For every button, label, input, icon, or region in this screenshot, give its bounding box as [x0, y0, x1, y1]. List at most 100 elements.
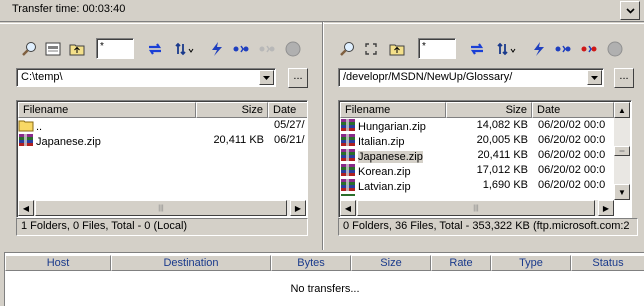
transfer-queue[interactable]: Host Destination Bytes Size Rate Type St… [4, 252, 644, 306]
connect-icon[interactable] [552, 38, 573, 59]
remote-path-text: /developr/MSDN/NewUp/Glossary/ [343, 71, 513, 83]
scroll-thumb[interactable]: ||| [357, 200, 595, 216]
file-date: 06/21/ [274, 134, 305, 146]
local-horizontal-scrollbar[interactable]: ◀ ||| ▶ [18, 200, 306, 216]
remote-list-header: Filename Size Date [340, 102, 614, 118]
remote-pane: * /developr/MSDN/NewUp/Glossary/ ... Fil… [332, 30, 638, 242]
column-filename[interactable]: Filename [18, 102, 196, 118]
list-item[interactable]: Latvian.zip 1,690 KB 06/20/02 00:0 [340, 179, 614, 194]
file-date: 06/20/02 00:0 [538, 149, 606, 161]
chevron-down-icon[interactable] [587, 70, 602, 85]
remote-vertical-scrollbar[interactable]: ▲ ═ ▼ [614, 102, 630, 200]
stop-icon [604, 38, 625, 59]
scroll-up-icon[interactable]: ▲ [614, 102, 630, 118]
scroll-left-icon[interactable]: ◀ [18, 200, 34, 216]
list-item[interactable]: Korean.zip 17,012 KB 06/20/02 00:0 [340, 164, 614, 179]
disconnect-icon[interactable] [578, 38, 599, 59]
list-item[interactable]: Italian.zip 20,005 KB 06/20/02 00:0 [340, 134, 614, 149]
file-size: 17,012 KB [476, 164, 528, 176]
pane-divider[interactable] [322, 22, 324, 250]
search-icon[interactable] [18, 38, 39, 59]
column-status[interactable]: Status [571, 255, 644, 271]
remote-path-combo[interactable]: /developr/MSDN/NewUp/Glossary/ [338, 68, 604, 87]
file-date: 06/20/02 00:0 [538, 179, 606, 191]
column-size[interactable]: Size [446, 102, 532, 118]
file-size: 20,411 KB [477, 149, 528, 161]
filename: .. [36, 120, 43, 133]
sort-icon[interactable] [172, 38, 198, 59]
filename: Hungarian.zip [358, 120, 426, 133]
column-destination[interactable]: Destination [111, 255, 271, 271]
column-filename[interactable]: Filename [340, 102, 446, 118]
view-toggle-icon[interactable] [42, 38, 63, 59]
column-host[interactable]: Host [5, 255, 111, 271]
file-size [196, 119, 268, 134]
zip-icon [18, 134, 34, 149]
connect-icon[interactable] [230, 38, 251, 59]
local-path-text: C:\temp\ [21, 71, 63, 83]
local-list-header: Filename Size Date [18, 102, 307, 118]
file-date: 06/20/02 00:0 [538, 164, 606, 176]
file-size: 20,005 KB [476, 134, 528, 146]
column-date[interactable]: Date [268, 102, 307, 118]
file-date: 06/20/02 00:0 [538, 134, 606, 146]
search-icon[interactable] [336, 38, 357, 59]
remote-status-bar: 0 Folders, 36 Files, Total - 353,322 KB … [338, 218, 638, 236]
queue-header: Host Destination Bytes Size Rate Type St… [5, 255, 644, 271]
column-rate[interactable]: Rate [431, 255, 491, 271]
filename: Japanese.zip [358, 150, 423, 163]
filename: Italian.zip [358, 135, 405, 148]
file-size: 20,411 KB [213, 134, 264, 146]
scroll-thumb[interactable]: ═ [614, 146, 630, 156]
lightning-icon[interactable] [528, 38, 549, 59]
sort-icon[interactable] [494, 38, 520, 59]
folder-icon [18, 119, 34, 134]
column-size[interactable]: Size [196, 102, 268, 118]
transfer-time-bar: Transfer time: 00:03:40 [0, 0, 644, 22]
stop-icon [282, 38, 303, 59]
column-size[interactable]: Size [351, 255, 431, 271]
transfer-time-label: Transfer time: 00:03:40 [12, 3, 126, 15]
column-date[interactable]: Date [532, 102, 614, 118]
parent-folder-icon[interactable] [66, 38, 87, 59]
list-item[interactable]: .. 05/27/ [18, 119, 307, 134]
scroll-right-icon[interactable]: ▶ [290, 200, 306, 216]
zip-icon [340, 164, 356, 179]
queue-empty-message: No transfers... [290, 283, 360, 295]
filename: Korean.zip [358, 165, 411, 178]
list-item[interactable]: Japanese.zip 20,411 KB 06/20/02 00:0 [340, 149, 614, 164]
file-size: 14,082 KB [476, 119, 528, 131]
scroll-right-icon[interactable]: ▶ [598, 200, 614, 216]
refresh-icon[interactable] [466, 38, 487, 59]
parent-folder-icon[interactable] [386, 38, 407, 59]
file-mask-input[interactable]: * [96, 38, 134, 59]
expand-icon[interactable] [360, 38, 381, 59]
refresh-icon[interactable] [144, 38, 165, 59]
scroll-left-icon[interactable]: ◀ [340, 200, 356, 216]
filename: Latvian.zip [358, 180, 411, 193]
file-date: 05/27/ [274, 119, 305, 131]
file-mask-input[interactable]: * [418, 38, 456, 59]
remote-file-list[interactable]: Filename Size Date Hungarian.zip 14,082 … [338, 100, 632, 218]
remote-horizontal-scrollbar[interactable]: ◀ ||| ▶ [340, 200, 614, 216]
column-type[interactable]: Type [491, 255, 571, 271]
filename: Japanese.zip [36, 135, 101, 148]
zip-icon [340, 179, 356, 194]
local-file-list[interactable]: Filename Size Date .. 05/27/ Japanese.zi… [16, 100, 308, 218]
chevron-down-icon[interactable] [620, 1, 640, 20]
file-date: 06/20/02 00:0 [538, 119, 606, 131]
zip-icon [340, 149, 356, 164]
local-pane: * C:\temp\ ... Filename Size Date .. 05/… [10, 30, 316, 242]
list-item[interactable]: Hungarian.zip 14,082 KB 06/20/02 00:0 [340, 119, 614, 134]
local-browse-button[interactable]: ... [288, 68, 308, 88]
column-bytes[interactable]: Bytes [271, 255, 351, 271]
local-toolbar: * [10, 30, 316, 59]
remote-toolbar: * [332, 30, 638, 59]
scroll-thumb[interactable]: ||| [35, 200, 287, 216]
chevron-down-icon[interactable] [259, 70, 274, 85]
local-path-combo[interactable]: C:\temp\ [16, 68, 276, 87]
list-item[interactable]: Japanese.zip 20,411 KB 06/21/ [18, 134, 307, 149]
remote-browse-button[interactable]: ... [614, 68, 634, 88]
scroll-down-icon[interactable]: ▼ [614, 184, 630, 200]
lightning-icon[interactable] [206, 38, 227, 59]
